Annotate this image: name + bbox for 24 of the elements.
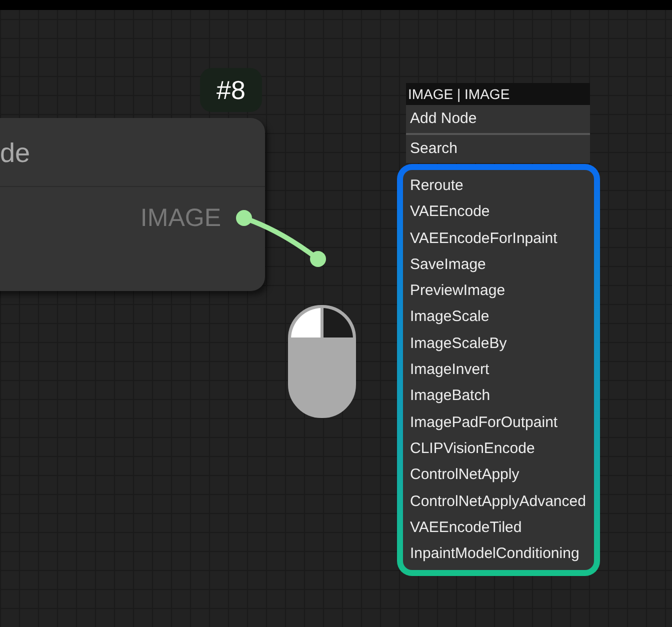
menu-item[interactable]: CLIPVisionEncode <box>403 436 594 462</box>
menu-item[interactable]: ControlNetApply <box>403 462 594 489</box>
menu-item[interactable]: ImageScaleBy <box>403 330 594 358</box>
menu-item[interactable]: SaveImage <box>403 252 594 278</box>
menu-item[interactable]: VAEEncode <box>403 199 594 226</box>
link-wire[interactable] <box>236 210 326 267</box>
menu-item[interactable]: PreviewImage <box>403 278 594 304</box>
menu-item[interactable]: ImageScale <box>403 304 594 331</box>
mouse-left-click-icon <box>288 305 356 418</box>
menu-item[interactable]: ImagePadForOutpaint <box>403 410 594 436</box>
menu-item[interactable]: VAEEncodeForInpaint <box>403 226 594 252</box>
node-card[interactable]: de IMAGE <box>0 118 265 291</box>
menu-item[interactable]: ControlNetApplyAdvanced <box>403 488 594 515</box>
menu-item[interactable]: VAEEncodeTiled <box>403 514 594 542</box>
menu-item[interactable]: Search <box>406 133 590 163</box>
menu-item[interactable]: ImageInvert <box>403 357 594 384</box>
menu-title: IMAGE | IMAGE <box>406 83 590 105</box>
menu-item[interactable]: Add Node <box>406 105 590 133</box>
output-label: IMAGE <box>140 204 221 233</box>
node-title: de <box>0 138 30 169</box>
menu-item[interactable]: Reroute <box>403 173 594 200</box>
node-id-badge: #8 <box>200 68 262 112</box>
menu-item[interactable]: ImageBatch <box>403 383 594 410</box>
menu-item[interactable]: InpaintModelConditioning <box>403 541 594 568</box>
